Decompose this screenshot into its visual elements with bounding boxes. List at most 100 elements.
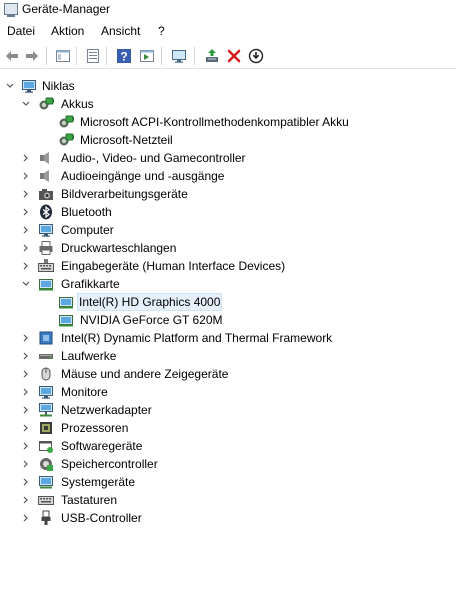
collapse-chevron-icon[interactable]	[4, 79, 16, 93]
tree-node-label: USB-Controller	[61, 511, 142, 525]
usb-icon	[38, 510, 54, 526]
monitor-icon	[38, 384, 54, 400]
toolbar-separator	[161, 47, 162, 65]
expand-chevron-icon[interactable]	[20, 205, 32, 219]
tree-node-processors[interactable]: Prozessoren	[0, 419, 456, 437]
expand-chevron-icon[interactable]	[20, 367, 32, 381]
arrow-left-icon	[6, 51, 18, 61]
collapse-chevron-icon[interactable]	[20, 277, 32, 291]
title-bar[interactable]: Geräte-Manager	[0, 0, 456, 21]
action-pane-button[interactable]	[138, 47, 156, 65]
tree-node-label: Laufwerke	[61, 349, 117, 363]
menu-datei[interactable]: Datei	[5, 24, 37, 38]
scan-hardware-button[interactable]	[170, 47, 188, 65]
tree-node-label: Netzwerkadapter	[61, 403, 152, 417]
window-title: Geräte-Manager	[22, 2, 111, 16]
tree-node-monitors[interactable]: Monitore	[0, 383, 456, 401]
expand-chevron-icon[interactable]	[20, 187, 32, 201]
speaker-icon	[38, 150, 54, 166]
expand-chevron-icon[interactable]	[20, 169, 32, 183]
toolbar: ?	[0, 43, 456, 69]
tree-node-storage-controllers[interactable]: Speichercontroller	[0, 455, 456, 473]
svg-text:?: ?	[120, 50, 127, 64]
battery-icon	[58, 114, 74, 130]
show-hide-console-tree-button[interactable]	[54, 47, 72, 65]
tree-node-audio-video[interactable]: Audio-, Video- und Gamecontroller	[0, 149, 456, 167]
tree-child-netzteil[interactable]: Microsoft-Netzteil	[0, 131, 456, 149]
expand-chevron-icon[interactable]	[20, 439, 32, 453]
software-device-icon	[38, 438, 54, 454]
device-tree: Niklas Akkus Microsoft ACPI-Kontrollmeth…	[0, 73, 456, 590]
tree-node-audio-io[interactable]: Audioeingänge und -ausgänge	[0, 167, 456, 185]
expand-chevron-icon[interactable]	[20, 259, 32, 273]
tree-node-label: Tastaturen	[61, 493, 118, 507]
menu-help[interactable]: ?	[156, 24, 167, 38]
tree-node-keyboards[interactable]: Tastaturen	[0, 491, 456, 509]
tree-node-hid[interactable]: Eingabegeräte (Human Interface Devices)	[0, 257, 456, 275]
expand-chevron-icon[interactable]	[20, 385, 32, 399]
tree-node-software-devices[interactable]: Softwaregeräte	[0, 437, 456, 455]
toolbar-separator	[194, 47, 195, 65]
menu-ansicht[interactable]: Ansicht	[99, 24, 142, 38]
tree-node-mice[interactable]: Mäuse und andere Zeigegeräte	[0, 365, 456, 383]
display-adapter-icon	[38, 276, 54, 292]
tree-root[interactable]: Niklas	[0, 77, 456, 95]
expand-chevron-icon[interactable]	[20, 331, 32, 345]
tree-node-label: Systemgeräte	[61, 475, 136, 489]
expand-chevron-icon[interactable]	[20, 475, 32, 489]
device-manager-icon	[4, 3, 18, 17]
tree-child-intel-hd-4000[interactable]: Intel(R) HD Graphics 4000	[0, 293, 456, 311]
network-icon	[38, 402, 54, 418]
tree-node-grafikkarte[interactable]: Grafikkarte	[0, 275, 456, 293]
expand-chevron-icon[interactable]	[20, 349, 32, 363]
tree-node-print-queues[interactable]: Druckwarteschlangen	[0, 239, 456, 257]
tree-node-system-devices[interactable]: Systemgeräte	[0, 473, 456, 491]
tree-node-label: Softwaregeräte	[61, 439, 143, 453]
expand-chevron-icon[interactable]	[20, 421, 32, 435]
menu-aktion[interactable]: Aktion	[49, 24, 86, 38]
help-button[interactable]: ?	[115, 47, 133, 65]
tree-node-drives[interactable]: Laufwerke	[0, 347, 456, 365]
storage-controller-icon	[38, 456, 54, 472]
keyboard-hid-icon	[38, 258, 54, 274]
back-button[interactable]	[3, 47, 21, 65]
tree-node-label: Druckwarteschlangen	[61, 241, 177, 255]
collapse-chevron-icon[interactable]	[20, 97, 32, 111]
tree-node-label: Bildverarbeitungsgeräte	[61, 187, 188, 201]
tree-node-network[interactable]: Netzwerkadapter	[0, 401, 456, 419]
display-adapter-icon	[58, 312, 74, 328]
update-driver-button[interactable]	[203, 47, 221, 65]
forward-button[interactable]	[23, 47, 41, 65]
tree-node-imaging[interactable]: Bildverarbeitungsgeräte	[0, 185, 456, 203]
properties-button[interactable]	[84, 47, 102, 65]
tree-node-akkus[interactable]: Akkus	[0, 95, 456, 113]
tree-child-label: Microsoft-Netzteil	[80, 133, 173, 147]
tree-node-bluetooth[interactable]: Bluetooth	[0, 203, 456, 221]
uninstall-device-button[interactable]	[225, 47, 243, 65]
drive-icon	[38, 348, 54, 364]
computer-icon	[21, 78, 37, 94]
action-pane-icon	[140, 50, 154, 62]
speaker-icon	[38, 168, 54, 184]
monitor-scan-icon	[172, 50, 186, 63]
expand-chevron-icon[interactable]	[20, 457, 32, 471]
camera-icon	[38, 186, 54, 202]
tree-node-computer[interactable]: Computer	[0, 221, 456, 239]
expand-chevron-icon[interactable]	[20, 223, 32, 237]
down-arrow-circle-icon	[248, 48, 264, 64]
tree-node-usb[interactable]: USB-Controller	[0, 509, 456, 527]
disable-device-button[interactable]	[247, 47, 265, 65]
expand-chevron-icon[interactable]	[20, 493, 32, 507]
expand-chevron-icon[interactable]	[20, 511, 32, 525]
expand-chevron-icon[interactable]	[20, 151, 32, 165]
properties-icon	[87, 49, 99, 63]
tree-child-acpi-akku[interactable]: Microsoft ACPI-Kontrollmethodenkompatibl…	[0, 113, 456, 131]
tree-node-label: Computer	[61, 223, 114, 237]
battery-icon	[58, 132, 74, 148]
expand-chevron-icon[interactable]	[20, 241, 32, 255]
tree-child-nvidia-gt620m[interactable]: NVIDIA GeForce GT 620M	[0, 311, 456, 329]
tree-node-label: Bluetooth	[61, 205, 112, 219]
tree-node-intel-dptf[interactable]: Intel(R) Dynamic Platform and Thermal Fr…	[0, 329, 456, 347]
expand-chevron-icon[interactable]	[20, 403, 32, 417]
mouse-icon	[38, 366, 54, 382]
